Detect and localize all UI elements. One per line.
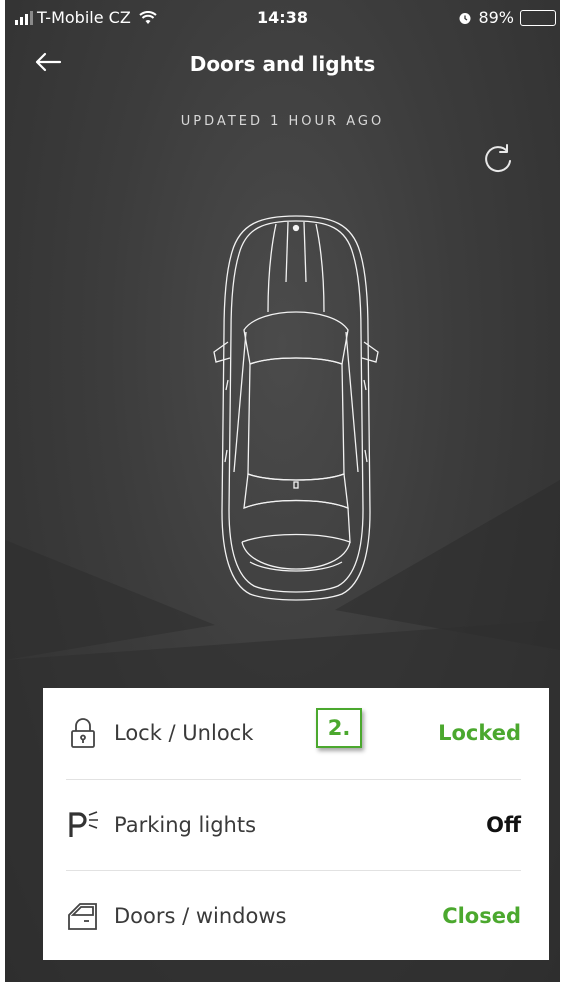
last-updated-text: UPDATED 1 HOUR AGO	[180, 114, 385, 129]
parking-lights-icon	[66, 808, 100, 842]
page-title: Doors and lights	[189, 52, 376, 76]
battery-icon	[520, 9, 556, 26]
lock-unlock-row[interactable]: Lock / Unlock Locked	[66, 688, 521, 778]
doors-windows-value: Closed	[442, 904, 521, 928]
alarm-icon	[459, 12, 471, 24]
status-right: 89%	[458, 8, 556, 27]
app-screen: T-Mobile CZ 14:38 89% Doors and lights U…	[5, 0, 560, 982]
parking-lights-label: Parking lights	[114, 813, 257, 837]
doors-windows-label: Doors / windows	[114, 904, 287, 928]
padlock-icon	[66, 716, 100, 750]
battery-percent: 89%	[478, 8, 514, 27]
step-marker-badge: 2.	[316, 708, 362, 748]
status-bar: T-Mobile CZ 14:38 89%	[5, 0, 560, 36]
refresh-icon	[485, 144, 511, 173]
car-door-icon	[66, 899, 100, 933]
doors-windows-row[interactable]: Doors / windows Closed	[66, 871, 521, 961]
lock-unlock-label: Lock / Unlock	[114, 721, 254, 745]
parking-lights-row[interactable]: Parking lights Off	[66, 780, 521, 870]
refresh-button[interactable]	[480, 142, 520, 182]
lock-status-value: Locked	[438, 721, 521, 745]
parking-lights-value: Off	[486, 813, 521, 837]
car-top-view-illustration	[213, 215, 379, 601]
vehicle-status-card: Lock / Unlock Locked 2. Parking lights O…	[43, 688, 549, 960]
